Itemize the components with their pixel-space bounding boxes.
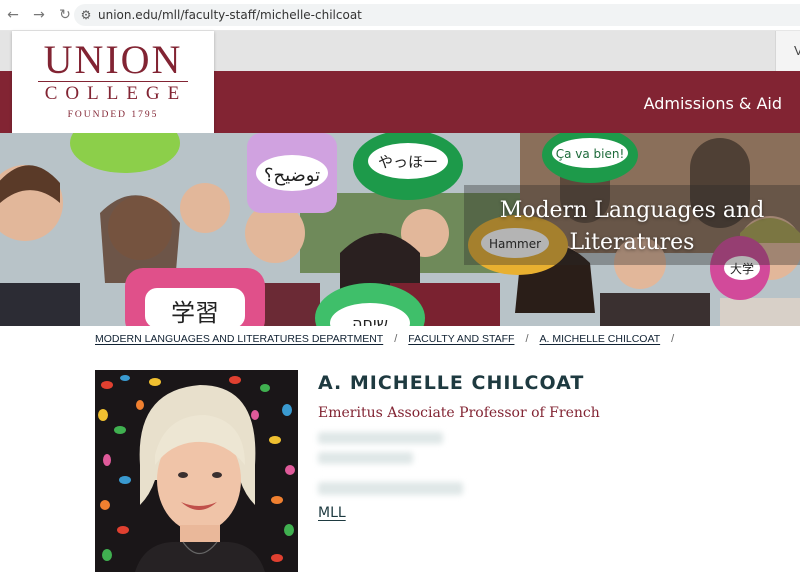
- site-info-icon[interactable]: ⚙: [74, 8, 98, 22]
- breadcrumb-faculty-staff[interactable]: FACULTY AND STAFF: [408, 333, 514, 345]
- breadcrumb-separator: /: [394, 333, 398, 345]
- redacted-contact-line: [318, 452, 413, 464]
- hero-title: Modern Languages and Literatures: [464, 195, 800, 259]
- hero-title-line2: Literatures: [569, 230, 695, 255]
- url-text: union.edu/mll/faculty-staff/michelle-chi…: [98, 8, 362, 22]
- profile-photo: [95, 370, 298, 572]
- hero-title-line1: Modern Languages and: [499, 198, 765, 223]
- nav-admissions-aid[interactable]: Admissions & Aid: [644, 94, 782, 113]
- breadcrumb-separator: /: [671, 333, 675, 345]
- hero-sign-chinese: 学習: [171, 299, 219, 326]
- breadcrumb: MODERN LANGUAGES AND LITERATURES DEPARTM…: [95, 333, 685, 345]
- hero-banner: توضيح؟ やっほー Ça va bien! Hammer 学習 שיחה 大…: [0, 133, 800, 326]
- logo-union-text: UNION: [43, 37, 183, 82]
- profile-name: A. MICHELLE CHILCOAT: [318, 372, 585, 394]
- hero-sign-french: Ça va bien!: [556, 147, 625, 161]
- department-link[interactable]: MLL: [318, 505, 346, 521]
- forward-icon[interactable]: →: [26, 0, 52, 30]
- breadcrumb-department[interactable]: MODERN LANGUAGES AND LITERATURES DEPARTM…: [95, 333, 383, 345]
- logo-founded-text: FOUNDED 1795: [67, 110, 159, 120]
- back-icon[interactable]: ←: [0, 0, 26, 30]
- breadcrumb-current-page[interactable]: A. MICHELLE CHILCOAT: [540, 333, 661, 345]
- redacted-contact-line: [318, 432, 443, 444]
- profile-title: Emeritus Associate Professor of French: [318, 405, 600, 421]
- redacted-contact-line: [318, 482, 463, 495]
- hero-sign-arabic: توضيح؟: [264, 165, 320, 186]
- hero-sign-hebrew: שיחה: [352, 314, 388, 326]
- address-bar[interactable]: ⚙ union.edu/mll/faculty-staff/michelle-c…: [74, 4, 800, 26]
- utility-menu-item[interactable]: V: [775, 31, 800, 71]
- logo-college-text: COLLEGE: [44, 83, 188, 104]
- breadcrumb-separator: /: [525, 333, 529, 345]
- hero-sign-japanese: やっほー: [378, 153, 438, 171]
- union-college-logo[interactable]: UNION COLLEGE FOUNDED 1795: [12, 31, 214, 133]
